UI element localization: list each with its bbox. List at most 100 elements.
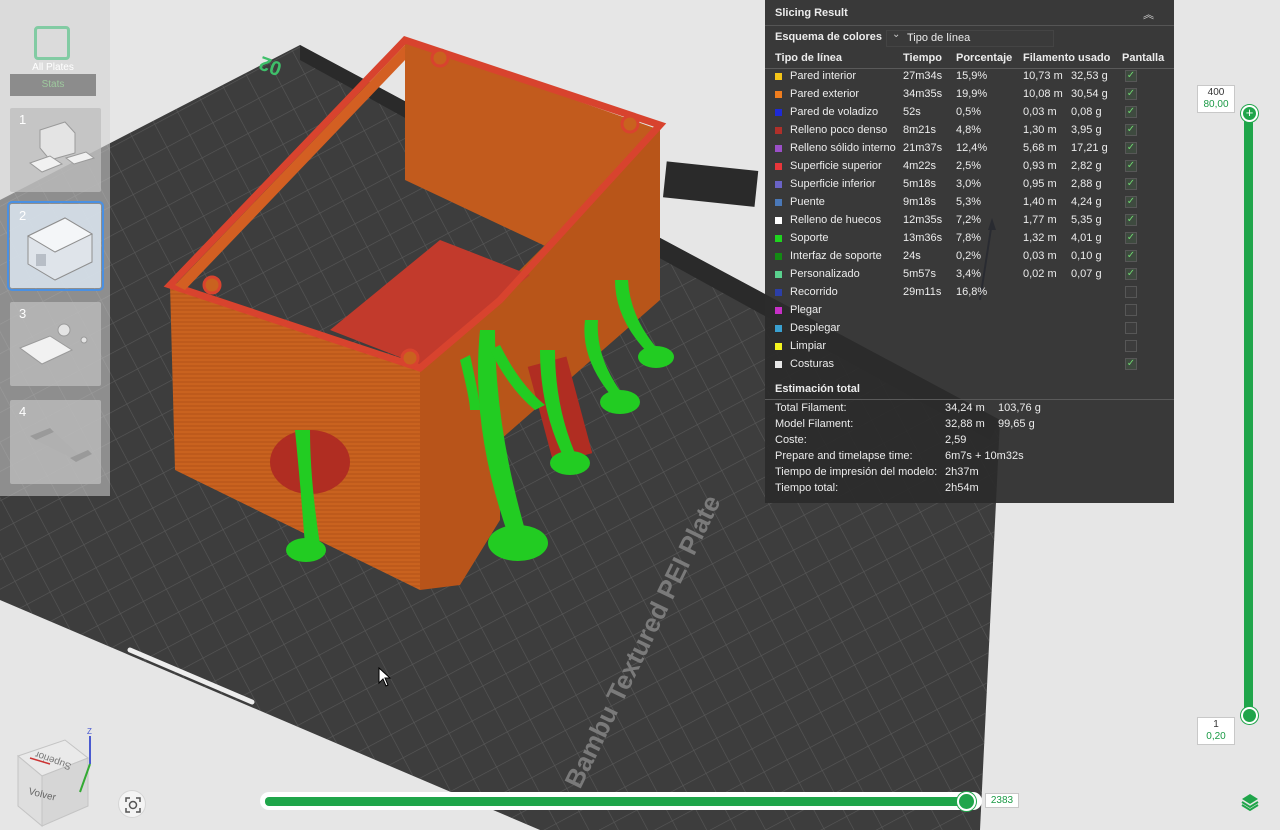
line-type-row: Relleno sólido interno 21m37s 12,4% 5,68 m 1… bbox=[765, 140, 1174, 158]
line-type-name: Desplegar bbox=[790, 322, 841, 334]
move-slider-fill bbox=[265, 797, 967, 806]
line-type-name: Superficie inferior bbox=[790, 178, 876, 190]
line-type-weight: 5,35 g bbox=[1071, 214, 1102, 226]
plate-1-preview-icon bbox=[28, 121, 96, 173]
color-scheme-select[interactable]: ⌄ Tipo de línea bbox=[886, 29, 1054, 47]
estimate-title: Estimación total bbox=[775, 383, 860, 395]
display-checkbox[interactable]: ✓ bbox=[1125, 88, 1137, 100]
color-swatch bbox=[775, 343, 782, 350]
display-checkbox[interactable]: ✓ bbox=[1125, 268, 1137, 280]
display-checkbox[interactable]: ✓ bbox=[1125, 358, 1137, 370]
all-plates-stats-label[interactable]: Stats bbox=[10, 74, 96, 96]
estimate-label: Tiempo total: bbox=[775, 482, 839, 494]
plate-3-preview-icon bbox=[18, 323, 88, 365]
display-checkbox[interactable]: ✓ bbox=[1125, 160, 1137, 172]
line-type-length: 10,08 m bbox=[1023, 88, 1063, 100]
display-checkbox[interactable]: ✓ bbox=[1125, 322, 1137, 334]
line-type-time: 4m22s bbox=[903, 160, 937, 172]
estimate-row: Prepare and timelapse time: 6m7s + 10m32s bbox=[765, 450, 1174, 466]
estimate-divider bbox=[765, 399, 1174, 400]
display-checkbox[interactable]: ✓ bbox=[1125, 178, 1137, 190]
color-swatch bbox=[775, 145, 782, 152]
line-type-time: 52s bbox=[903, 106, 921, 118]
line-type-time: 21m37s bbox=[903, 142, 943, 154]
line-type-weight: 4,24 g bbox=[1071, 196, 1102, 208]
line-type-name: Recorrido bbox=[790, 286, 838, 298]
line-type-row: Soporte 13m36s 7,8% 1,32 m 4,01 g ✓ bbox=[765, 230, 1174, 248]
layer-top-label: 400 80,00 bbox=[1197, 85, 1235, 113]
line-type-name: Interfaz de soporte bbox=[790, 250, 882, 262]
line-type-percent: 7,2% bbox=[956, 214, 982, 226]
estimate-label: Prepare and timelapse time: bbox=[775, 450, 913, 462]
display-checkbox[interactable]: ✓ bbox=[1125, 232, 1137, 244]
estimate-value: 34,24 m bbox=[945, 402, 985, 414]
all-plates-label: All Plates bbox=[32, 62, 74, 73]
line-type-row: Personalizado 5m57s 3,4% 0,02 m 0,07 g ✓ bbox=[765, 266, 1174, 284]
line-type-time: 9m18s bbox=[903, 196, 937, 208]
display-checkbox[interactable]: ✓ bbox=[1125, 250, 1137, 262]
move-slider-track[interactable] bbox=[260, 792, 982, 810]
collapse-chevron-icon[interactable]: ︽ bbox=[1143, 6, 1154, 22]
plates-sidebar: All Plates Stats 1 2 3 4 bbox=[0, 0, 110, 496]
move-slider-handle[interactable] bbox=[957, 792, 976, 811]
line-type-percent: 2,5% bbox=[956, 160, 982, 172]
nav-cube-axis-z: Z bbox=[87, 728, 92, 736]
layer-top-handle[interactable]: + bbox=[1241, 105, 1258, 122]
display-checkbox[interactable]: ✓ bbox=[1125, 340, 1137, 352]
estimate-row: Tiempo total: 2h54m bbox=[765, 482, 1174, 498]
line-type-time: 5m57s bbox=[903, 268, 937, 280]
line-type-percent: 19,9% bbox=[956, 88, 988, 100]
estimate-label: Tiempo de impresión del modelo: bbox=[775, 466, 938, 478]
line-type-name: Relleno sólido interno bbox=[790, 142, 896, 154]
display-checkbox[interactable]: ✓ bbox=[1125, 196, 1137, 208]
line-type-weight: 2,88 g bbox=[1071, 178, 1102, 190]
layers-button[interactable] bbox=[1240, 792, 1260, 812]
view-cube-icon: Superior Volver Z bbox=[16, 727, 92, 828]
plate-thumbnail-1[interactable]: 1 bbox=[10, 108, 101, 192]
line-type-row: Costuras ✓ bbox=[765, 356, 1174, 374]
display-checkbox[interactable]: ✓ bbox=[1125, 70, 1137, 82]
line-type-length: 1,77 m bbox=[1023, 214, 1057, 226]
layer-bottom-number: 1 bbox=[1213, 719, 1219, 730]
display-checkbox[interactable]: ✓ bbox=[1125, 304, 1137, 316]
display-checkbox[interactable]: ✓ bbox=[1125, 124, 1137, 136]
line-type-row: Desplegar ✓ bbox=[765, 320, 1174, 338]
display-checkbox[interactable]: ✓ bbox=[1125, 106, 1137, 118]
display-checkbox[interactable]: ✓ bbox=[1125, 142, 1137, 154]
line-type-length: 1,32 m bbox=[1023, 232, 1057, 244]
line-type-name: Relleno poco denso bbox=[790, 124, 888, 136]
line-type-percent: 16,8% bbox=[956, 286, 988, 298]
line-type-weight: 4,01 g bbox=[1071, 232, 1102, 244]
layer-slider-track[interactable] bbox=[1244, 112, 1253, 716]
line-type-name: Pared exterior bbox=[790, 88, 860, 100]
all-plates-button[interactable]: All Plates Stats bbox=[10, 10, 96, 96]
fit-view-button[interactable] bbox=[118, 790, 146, 818]
line-type-percent: 12,4% bbox=[956, 142, 988, 154]
line-type-weight: 17,21 g bbox=[1071, 142, 1108, 154]
line-type-row: Superficie superior 4m22s 2,5% 0,93 m 2,82 g… bbox=[765, 158, 1174, 176]
navigation-cube[interactable]: Superior Volver Z bbox=[10, 727, 110, 828]
line-type-percent: 3,0% bbox=[956, 178, 982, 190]
line-type-name: Limpiar bbox=[790, 340, 827, 352]
col-header-display: Pantalla bbox=[1122, 52, 1165, 64]
estimate-row: Total Filament: 34,24 m 103,76 g bbox=[765, 402, 1174, 418]
estimate-row: Tiempo de impresión del modelo: 2h37m bbox=[765, 466, 1174, 482]
fit-view-icon bbox=[125, 797, 141, 813]
line-type-row: Superficie inferior 5m18s 3,0% 0,95 m 2,88 g… bbox=[765, 176, 1174, 194]
estimate-value: 6m7s + 10m32s bbox=[945, 450, 1024, 462]
color-scheme-value: Tipo de línea bbox=[907, 32, 971, 44]
plate-thumbnail-2[interactable]: 2 bbox=[7, 201, 104, 291]
color-swatch bbox=[775, 217, 782, 224]
display-checkbox[interactable]: ✓ bbox=[1125, 214, 1137, 226]
line-type-row: Interfaz de soporte 24s 0,2% 0,03 m 0,10 g ✓ bbox=[765, 248, 1174, 266]
display-checkbox[interactable]: ✓ bbox=[1125, 286, 1137, 298]
col-header-filament: Filamento usado bbox=[1023, 52, 1111, 64]
line-type-percent: 3,4% bbox=[956, 268, 982, 280]
plate-thumbnail-4[interactable]: 4 bbox=[10, 400, 101, 484]
line-type-row: Pared exterior 34m35s 19,9% 10,08 m 30,54 g ✓ bbox=[765, 86, 1174, 104]
plate-thumbnail-3[interactable]: 3 bbox=[10, 302, 101, 386]
line-type-length: 10,73 m bbox=[1023, 70, 1063, 82]
line-type-weight: 3,95 g bbox=[1071, 124, 1102, 136]
layer-bottom-handle[interactable] bbox=[1241, 707, 1258, 724]
line-type-percent: 15,9% bbox=[956, 70, 988, 82]
